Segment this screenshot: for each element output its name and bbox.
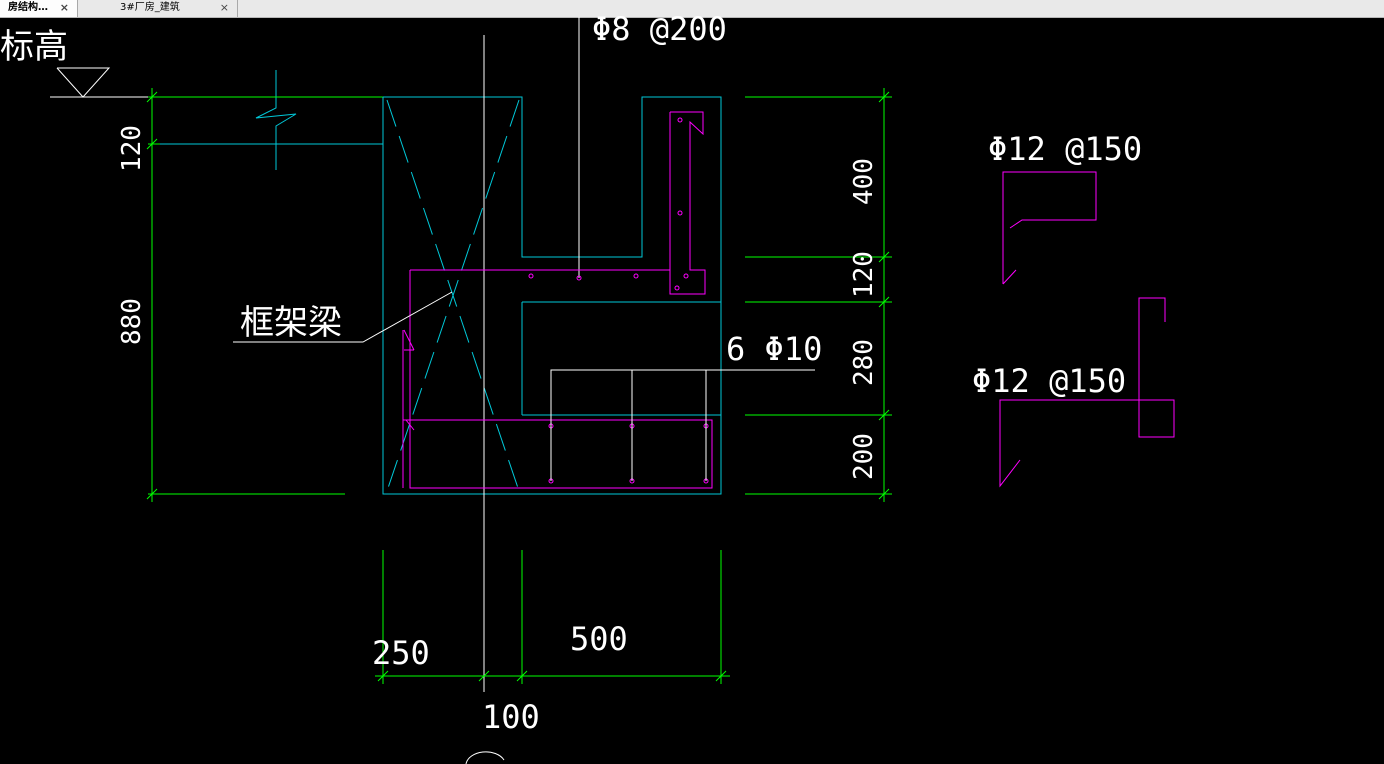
bottom-rebar-leaders (550, 369, 815, 481)
dim-120-left: 120 (117, 125, 147, 172)
dim-400: 400 (849, 158, 879, 205)
dim-500: 500 (570, 620, 628, 658)
elevation-label: 标高 (0, 27, 68, 67)
bottom-rebar-label: 6 Φ10 (726, 330, 822, 368)
left-dimension (146, 88, 383, 502)
cad-drawing-canvas[interactable]: 标高 120 880 Φ8 @200 6 Φ10 框架梁 400 120 280… (0, 0, 1384, 764)
dim-280: 280 (849, 339, 879, 386)
dim-880: 880 (117, 298, 147, 345)
top-rebar-label: Φ8 @200 (592, 10, 727, 48)
beam-cross-hatch (386, 99, 520, 492)
dim-200: 200 (849, 433, 879, 480)
rebar-dots (528, 117, 709, 484)
slab-outline (155, 70, 383, 170)
dim-250: 250 (372, 634, 430, 672)
dim-120-right: 120 (849, 251, 879, 298)
rebar-cage (402, 111, 713, 489)
beam-label: 框架梁 (240, 303, 342, 343)
section-marker (465, 751, 505, 764)
detail1-rebar (1002, 171, 1097, 285)
elevation-symbol (50, 67, 150, 98)
detail2-label: Φ12 @150 (972, 362, 1126, 400)
detail1-label: Φ12 @150 (988, 130, 1142, 168)
dim-100: 100 (482, 698, 540, 736)
